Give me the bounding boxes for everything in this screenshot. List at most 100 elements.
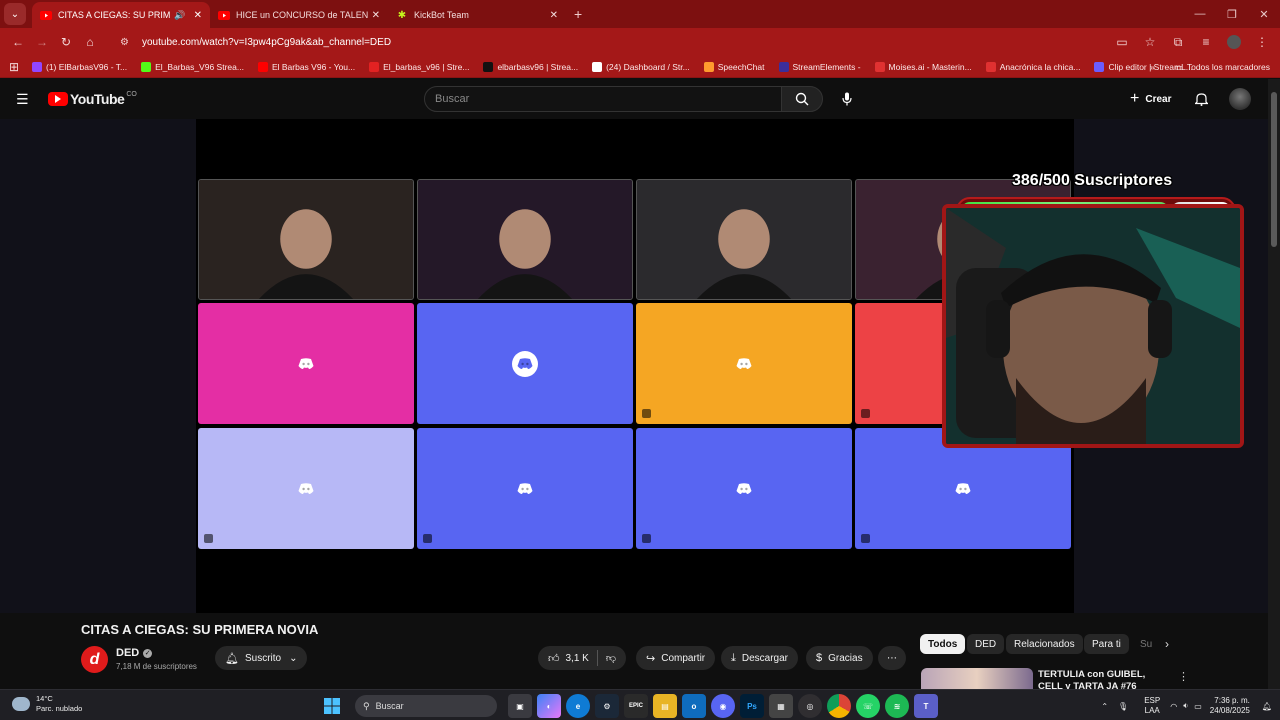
- chevron-right-icon[interactable]: ›: [1165, 637, 1169, 651]
- browser-menu-icon[interactable]: ⋮: [1250, 30, 1274, 54]
- profile-avatar[interactable]: [1222, 30, 1246, 54]
- spotify-icon[interactable]: ≋: [885, 694, 909, 718]
- forward-button[interactable]: →: [30, 30, 54, 54]
- new-tab-button[interactable]: +: [574, 6, 582, 22]
- discord-logo-icon: [952, 478, 974, 500]
- chip-para-ti[interactable]: Para ti: [1084, 634, 1129, 654]
- recommendation-menu-icon[interactable]: ⋮: [1178, 670, 1189, 683]
- share-button[interactable]: ↪ Compartir: [636, 646, 716, 670]
- reload-button[interactable]: ↻: [54, 30, 78, 54]
- like-button[interactable]: 👍︎: [548, 652, 560, 665]
- channel-avatar[interactable]: d: [81, 646, 108, 673]
- dislike-button[interactable]: 👎︎: [606, 652, 616, 664]
- obs-icon[interactable]: ◎: [798, 694, 822, 718]
- muted-icon: [423, 534, 432, 543]
- bookmark-item[interactable]: (24) Dashboard / Str...: [592, 61, 690, 72]
- scrollbar-thumb[interactable]: [1271, 92, 1277, 247]
- chip-partial[interactable]: Su: [1132, 634, 1156, 654]
- create-button[interactable]: + Crear: [1124, 87, 1177, 111]
- address-bar[interactable]: ⚙ youtube.com/watch?v=I3pw4pCg9ak&ab_cha…: [110, 31, 1102, 53]
- photoshop-icon[interactable]: Ps: [740, 694, 764, 718]
- file-explorer-icon[interactable]: ▤: [653, 694, 677, 718]
- tab-concurso-talentos[interactable]: HICE un CONCURSO de TALENTOS ✕: [210, 2, 388, 28]
- reading-list-icon[interactable]: ≡: [1194, 30, 1218, 54]
- media-app-icon[interactable]: ▦: [769, 694, 793, 718]
- participant-discord-tile: [417, 303, 633, 424]
- bookmark-star-icon[interactable]: ☆: [1138, 30, 1162, 54]
- close-tab-icon[interactable]: ✕: [372, 10, 380, 21]
- back-button[interactable]: ←: [6, 30, 30, 54]
- chip-ded[interactable]: DED: [967, 634, 1005, 654]
- extensions-icon[interactable]: ⧉: [1166, 30, 1190, 54]
- voice-search-button[interactable]: [836, 88, 858, 110]
- bookmark-item[interactable]: El_barbas_v96 | Stre...: [369, 61, 469, 72]
- tab-citas-a-ciegas[interactable]: CITAS A CIEGAS: SU PRIMERA 🔊 ✕: [32, 2, 210, 28]
- bookmark-item[interactable]: elbarbasv96 | Strea...: [483, 61, 578, 72]
- more-actions-button[interactable]: ⋯: [878, 646, 906, 670]
- subscribed-button[interactable]: 🔔︎ Suscrito ⌄: [215, 646, 308, 670]
- hamburger-menu-icon[interactable]: ☰: [16, 91, 38, 108]
- site-info-icon[interactable]: ⚙: [120, 37, 134, 48]
- search-button[interactable]: [781, 86, 823, 112]
- input-language[interactable]: ESP LAA: [1144, 696, 1160, 716]
- thanks-button[interactable]: $ Gracias: [806, 646, 873, 670]
- bookmark-item[interactable]: (1) ElBarbasV96 - T...: [32, 61, 127, 72]
- bookmark-item[interactable]: El Barbas V96 - You...: [257, 61, 355, 72]
- microphone-icon[interactable]: 🎙︎: [1118, 702, 1128, 711]
- copilot-icon[interactable]: ◐: [537, 694, 561, 718]
- battery-icon[interactable]: ▭: [1194, 702, 1202, 711]
- tab-search-button[interactable]: ⌄: [4, 3, 26, 25]
- notification-center-icon[interactable]: 🔔︎: [1262, 702, 1272, 711]
- close-window-button[interactable]: ✕: [1248, 0, 1280, 28]
- like-dislike-group: 👍︎ 3,1 K 👎︎: [538, 646, 627, 670]
- chrome-icon[interactable]: [827, 694, 851, 718]
- close-tab-icon[interactable]: ✕: [550, 10, 558, 21]
- taskbar-search-input[interactable]: ⚲ Buscar: [355, 695, 497, 717]
- search-icon: [795, 92, 809, 106]
- recommendation-thumbnail[interactable]: [921, 668, 1033, 690]
- teams-icon[interactable]: T: [914, 694, 938, 718]
- bookmark-item[interactable]: StreamElements -: [778, 61, 861, 72]
- show-hidden-icons[interactable]: ⌃: [1101, 702, 1108, 711]
- all-bookmarks-folder[interactable]: ▭ Todos los marcadores: [1175, 62, 1270, 73]
- channel-name[interactable]: DED ✓: [116, 647, 153, 659]
- epic-games-icon[interactable]: EPIC: [624, 694, 648, 718]
- bookmark-item[interactable]: SpeechChat: [703, 61, 765, 72]
- account-avatar[interactable]: [1229, 88, 1251, 110]
- youtube-logo[interactable]: YouTube CO: [48, 91, 137, 107]
- edge-icon[interactable]: e: [566, 694, 590, 718]
- whatsapp-icon[interactable]: ☏: [856, 694, 880, 718]
- bookmark-favicon-icon: [874, 61, 885, 72]
- more-bookmarks-icon[interactable]: »: [1150, 62, 1155, 72]
- outlook-icon[interactable]: o: [682, 694, 706, 718]
- discord-icon[interactable]: ◉: [711, 694, 735, 718]
- bookmark-item[interactable]: El_Barbas_V96 Strea...: [141, 61, 244, 72]
- microphone-icon: [842, 92, 852, 106]
- speaker-icon[interactable]: 🔊: [174, 10, 185, 21]
- apps-grid-icon[interactable]: ⊞: [6, 55, 22, 79]
- windows-start-icon[interactable]: [320, 694, 344, 718]
- volume-icon[interactable]: 🔉︎: [1183, 701, 1188, 711]
- super-thanks-icon: $: [816, 652, 823, 664]
- maximize-button[interactable]: ❐: [1216, 0, 1248, 28]
- muted-icon: [861, 534, 870, 543]
- weather-widget[interactable]: 14°C Parc. nublado: [12, 694, 82, 714]
- close-tab-icon[interactable]: ✕: [194, 10, 202, 21]
- task-view-icon[interactable]: ▣: [508, 694, 532, 718]
- home-button[interactable]: ⌂: [78, 30, 102, 54]
- cast-icon[interactable]: ▭: [1110, 30, 1134, 54]
- bookmark-item[interactable]: Moises.ai - Masterin...: [874, 61, 972, 72]
- download-button[interactable]: ⤓ Descargar: [721, 646, 799, 670]
- youtube-play-icon: [48, 92, 68, 106]
- steam-icon[interactable]: ⚙: [595, 694, 619, 718]
- tab-kickbot-team[interactable]: ✱ KickBot Team ✕: [388, 2, 566, 28]
- chip-todos[interactable]: Todos: [920, 634, 966, 654]
- wifi-icon[interactable]: ◠: [1170, 702, 1177, 711]
- chevron-down-icon: ⌄: [289, 652, 298, 664]
- system-clock[interactable]: 7:36 p. m. 24/08/2025: [1210, 696, 1250, 716]
- search-input[interactable]: Buscar: [424, 86, 782, 112]
- notifications-button[interactable]: [1190, 88, 1212, 110]
- chip-relacionados[interactable]: Relacionados: [1006, 634, 1083, 654]
- bookmark-item[interactable]: Anacrónica la chica...: [985, 61, 1080, 72]
- minimize-button[interactable]: —: [1184, 0, 1216, 28]
